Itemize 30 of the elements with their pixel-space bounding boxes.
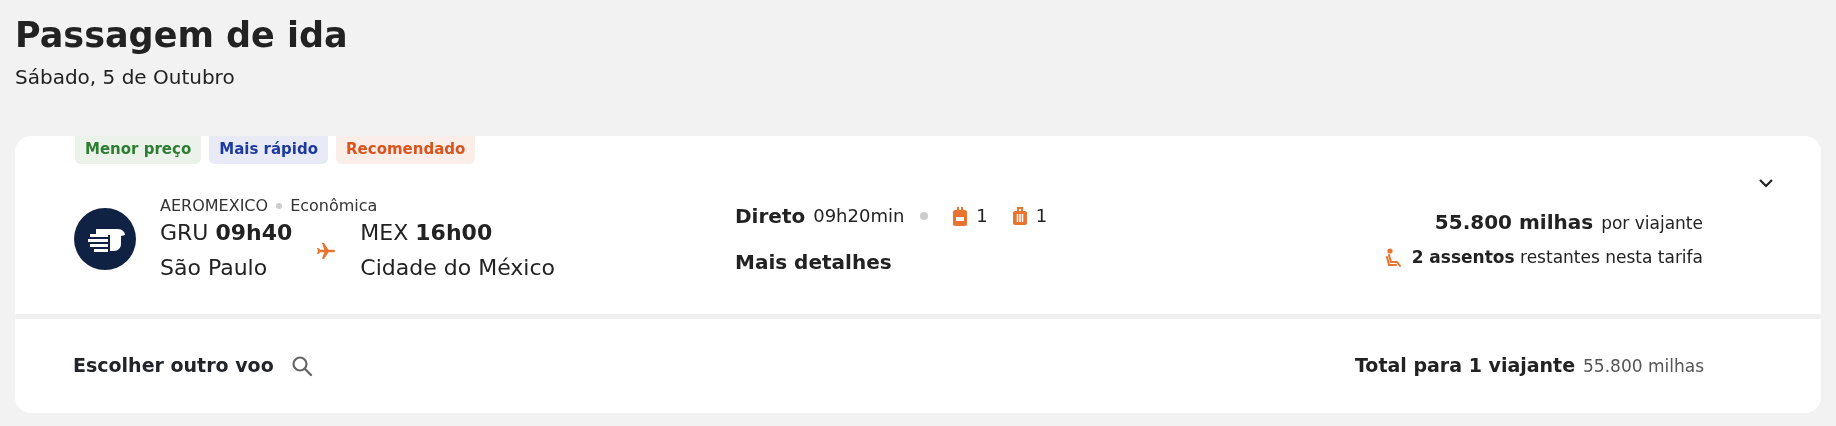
page-title: Passagem de ida (15, 14, 349, 56)
departure-time: GRU 09h40 (160, 218, 293, 247)
airplane-icon (316, 240, 337, 261)
total-label: Total para 1 viajante (1354, 353, 1576, 379)
stops-label: Direto (735, 202, 806, 230)
total-value: 55.800 milhas (1583, 355, 1704, 379)
airline-logo (74, 207, 136, 270)
dot-separator-icon (920, 211, 929, 220)
flight-tag: Mais rápido (209, 136, 328, 164)
seats-remaining: 2 assentos restantes nesta tarifa (1411, 245, 1703, 269)
price-note: por viajante (1601, 211, 1703, 235)
dot-separator-icon (276, 202, 283, 209)
arrival-time: MEX 16h00 (360, 218, 494, 247)
flight-tag: Recomendado (336, 136, 476, 164)
suitcase-icon (1011, 205, 1028, 226)
airline-name: AEROMEXICO (160, 194, 269, 217)
price-amount: 55.800 milhas (1434, 208, 1594, 236)
seat-icon (1383, 247, 1404, 268)
more-details-link[interactable]: Mais detalhes (735, 246, 892, 277)
arrival-city: Cidade do México (360, 253, 555, 282)
departure-city: São Paulo (160, 253, 269, 282)
backpack-icon (952, 205, 969, 226)
choose-other-flight-button[interactable]: Escolher outro voo (73, 351, 314, 380)
flight-duration: 09h20min (813, 204, 905, 228)
suitcase-count: 1 (1035, 204, 1048, 228)
backpack-count: 1 (976, 204, 988, 228)
date-subtitle: Sábado, 5 de Outubro (15, 64, 236, 91)
flight-tag: Menor preço (75, 136, 202, 164)
search-icon (289, 353, 314, 378)
cabin-class: Econômica (290, 194, 378, 217)
